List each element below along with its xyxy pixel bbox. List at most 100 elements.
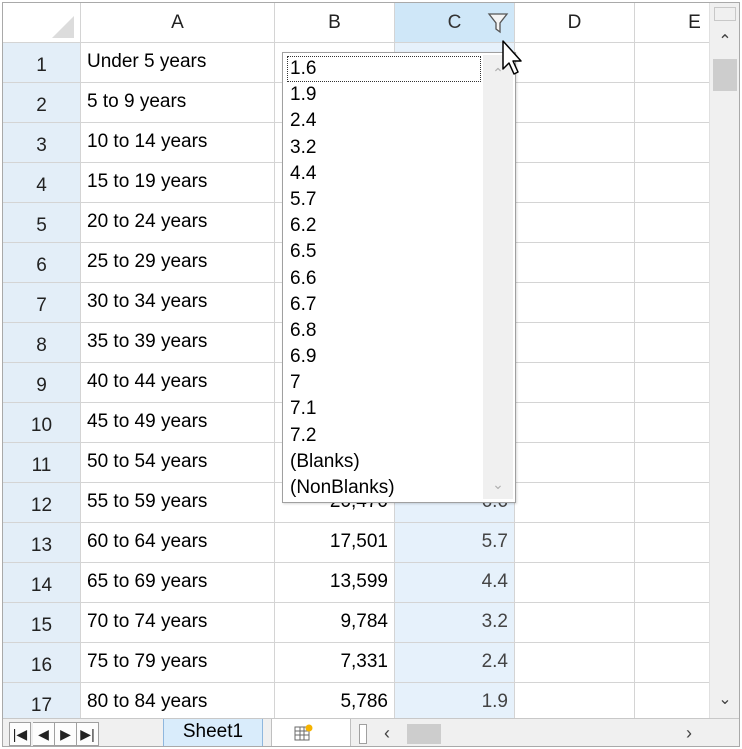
cell-d2[interactable]	[515, 83, 635, 123]
filter-option[interactable]: 6.9	[287, 344, 483, 370]
insert-sheet-tab[interactable]	[271, 719, 351, 746]
cell-e17[interactable]	[635, 683, 709, 718]
cell-e1[interactable]	[635, 43, 709, 83]
cell-d9[interactable]	[515, 363, 635, 403]
filter-option[interactable]: 6.5	[287, 239, 483, 265]
filter-option[interactable]: 5.7	[287, 187, 483, 213]
row-header[interactable]: 13	[3, 523, 81, 563]
row-header[interactable]: 6	[3, 243, 81, 283]
row-header[interactable]: 2	[3, 83, 81, 123]
cell-b16[interactable]: 7,331	[275, 643, 395, 683]
row-header[interactable]: 14	[3, 563, 81, 603]
cell-d12[interactable]	[515, 483, 635, 523]
cell-a6[interactable]: 25 to 29 years	[81, 243, 275, 283]
cell-c16[interactable]: 2.4	[395, 643, 515, 683]
cell-e11[interactable]	[635, 443, 709, 483]
column-header-d[interactable]: D	[515, 3, 635, 43]
cell-d4[interactable]	[515, 163, 635, 203]
horizontal-scroll-thumb[interactable]	[407, 724, 441, 744]
select-all-corner[interactable]	[3, 3, 81, 43]
cell-a2[interactable]: 5 to 9 years	[81, 83, 275, 123]
scroll-right-icon[interactable]: ›	[677, 721, 701, 745]
last-sheet-icon[interactable]: ▶|	[77, 722, 99, 746]
cell-a15[interactable]: 70 to 74 years	[81, 603, 275, 643]
split-box[interactable]	[714, 7, 736, 21]
cell-a10[interactable]: 45 to 49 years	[81, 403, 275, 443]
cell-d6[interactable]	[515, 243, 635, 283]
cell-c15[interactable]: 3.2	[395, 603, 515, 643]
cell-a5[interactable]: 20 to 24 years	[81, 203, 275, 243]
column-header-a[interactable]: A	[81, 3, 275, 43]
row-header[interactable]: 10	[3, 403, 81, 443]
filter-option[interactable]: 7.1	[287, 396, 483, 422]
filter-list-scrollbar[interactable]: ⌃ ⌄	[483, 55, 513, 499]
prev-sheet-icon[interactable]: ◀	[33, 722, 55, 746]
cell-d8[interactable]	[515, 323, 635, 363]
cell-a4[interactable]: 15 to 19 years	[81, 163, 275, 203]
cell-e9[interactable]	[635, 363, 709, 403]
row-header[interactable]: 17	[3, 683, 81, 718]
filter-option[interactable]: 1.6	[287, 56, 481, 83]
scroll-thumb[interactable]	[713, 59, 737, 91]
cell-e14[interactable]	[635, 563, 709, 603]
tab-splitter[interactable]	[359, 724, 367, 744]
row-header[interactable]: 9	[3, 363, 81, 403]
cell-e13[interactable]	[635, 523, 709, 563]
cell-d11[interactable]	[515, 443, 635, 483]
row-header[interactable]: 7	[3, 283, 81, 323]
cell-d5[interactable]	[515, 203, 635, 243]
cell-d13[interactable]	[515, 523, 635, 563]
scroll-down-icon[interactable]: ⌄	[710, 685, 739, 715]
cell-d10[interactable]	[515, 403, 635, 443]
filter-option[interactable]: (NonBlanks)	[287, 475, 483, 501]
cell-a9[interactable]: 40 to 44 years	[81, 363, 275, 403]
column-header-b[interactable]: B	[275, 3, 395, 43]
cell-a13[interactable]: 60 to 64 years	[81, 523, 275, 563]
cell-e10[interactable]	[635, 403, 709, 443]
cell-a14[interactable]: 65 to 69 years	[81, 563, 275, 603]
filter-option[interactable]: 7.2	[287, 423, 483, 449]
cell-c13[interactable]: 5.7	[395, 523, 515, 563]
filter-option[interactable]: 6.6	[287, 266, 483, 292]
cell-e5[interactable]	[635, 203, 709, 243]
filter-option[interactable]: 6.2	[287, 213, 483, 239]
scroll-up-icon[interactable]: ⌃	[710, 27, 739, 57]
cell-a17[interactable]: 80 to 84 years	[81, 683, 275, 718]
cell-a11[interactable]: 50 to 54 years	[81, 443, 275, 483]
cell-e3[interactable]	[635, 123, 709, 163]
cell-d14[interactable]	[515, 563, 635, 603]
cell-b14[interactable]: 13,599	[275, 563, 395, 603]
cell-b15[interactable]: 9,784	[275, 603, 395, 643]
cell-c14[interactable]: 4.4	[395, 563, 515, 603]
cell-e2[interactable]	[635, 83, 709, 123]
filter-scroll-down-icon[interactable]: ⌄	[483, 476, 513, 493]
row-header[interactable]: 8	[3, 323, 81, 363]
cell-c17[interactable]: 1.9	[395, 683, 515, 718]
cell-d1[interactable]	[515, 43, 635, 83]
filter-dropdown[interactable]: 1.6 1.9 2.4 3.2 4.4 5.7 6.2 6.5 6.6 6.7 6.8 6.9 7 7.1…	[282, 52, 516, 503]
cell-b13[interactable]: 17,501	[275, 523, 395, 563]
cell-d17[interactable]	[515, 683, 635, 718]
sheet-tab-sheet1[interactable]: Sheet1	[163, 719, 263, 746]
cell-a8[interactable]: 35 to 39 years	[81, 323, 275, 363]
first-sheet-icon[interactable]: |◀	[9, 722, 31, 746]
cell-a3[interactable]: 10 to 14 years	[81, 123, 275, 163]
scroll-left-icon[interactable]: ‹	[375, 721, 399, 745]
filter-option[interactable]: 2.4	[287, 108, 483, 134]
cell-d16[interactable]	[515, 643, 635, 683]
row-header[interactable]: 15	[3, 603, 81, 643]
row-header[interactable]: 3	[3, 123, 81, 163]
cell-e8[interactable]	[635, 323, 709, 363]
filter-value-list[interactable]: 1.6 1.9 2.4 3.2 4.4 5.7 6.2 6.5 6.6 6.7 6.8 6.9 7 7.1…	[287, 56, 483, 501]
cell-e15[interactable]	[635, 603, 709, 643]
filter-option[interactable]: 6.8	[287, 318, 483, 344]
cell-d7[interactable]	[515, 283, 635, 323]
cell-e12[interactable]	[635, 483, 709, 523]
row-header[interactable]: 11	[3, 443, 81, 483]
filter-option[interactable]: (Blanks)	[287, 449, 483, 475]
row-header[interactable]: 4	[3, 163, 81, 203]
cell-b17[interactable]: 5,786	[275, 683, 395, 718]
row-header[interactable]: 5	[3, 203, 81, 243]
filter-icon[interactable]	[487, 11, 509, 35]
cell-e7[interactable]	[635, 283, 709, 323]
